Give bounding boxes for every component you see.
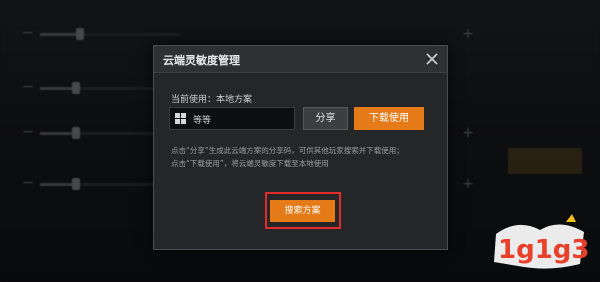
share-button[interactable]: 分享: [303, 107, 348, 130]
share-code-field[interactable]: 等等: [169, 107, 295, 130]
current-scheme-label: 当前使用：本地方案: [171, 95, 253, 105]
windows-icon: [175, 113, 186, 124]
close-icon: [426, 53, 438, 65]
search-scheme-button[interactable]: 搜索方案: [270, 200, 335, 222]
site-logo: 1g1g3: [494, 214, 590, 269]
cloud-sensitivity-dialog: 云端灵敏度管理 当前使用：本地方案 等等 分享 下载使用 点击“分享”生成此云端…: [153, 45, 448, 250]
share-code-value: 等等: [193, 116, 212, 126]
dialog-header: 云端灵敏度管理: [154, 46, 447, 73]
download-use-button[interactable]: 下载使用: [354, 107, 424, 130]
logo-text: 1g1g3: [498, 235, 590, 265]
close-button[interactable]: [423, 50, 441, 68]
dialog-title: 云端灵敏度管理: [163, 54, 240, 67]
info-text-line-1: 点击“分享”生成此云端方案的分享码，可供其他玩家搜索并下载使用；: [171, 146, 404, 155]
info-text-line-2: 点击“下载使用”，将云端灵敏度下载至本地使用: [171, 159, 329, 168]
